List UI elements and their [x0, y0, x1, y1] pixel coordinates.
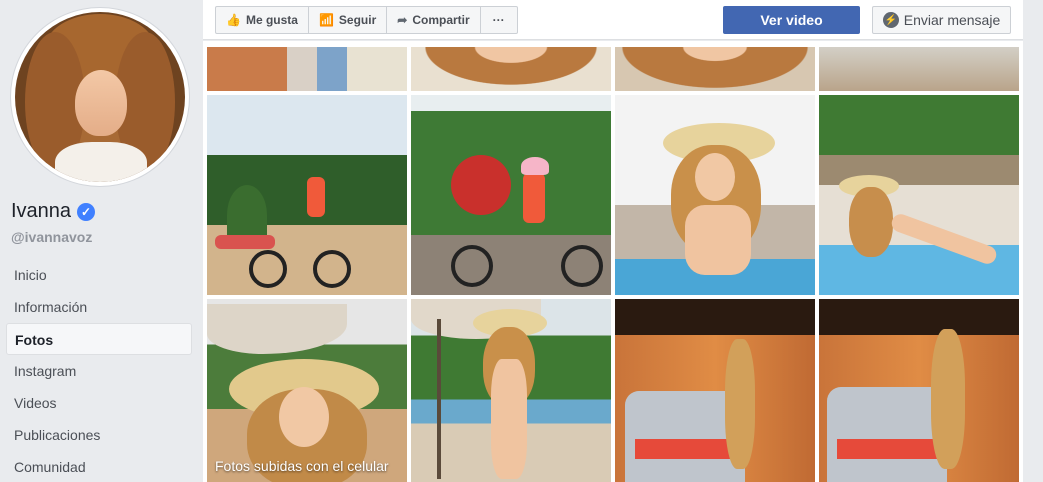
- avatar[interactable]: [15, 12, 185, 182]
- more-dots-icon: ···: [492, 13, 505, 27]
- share-arrow-icon: ➦: [397, 13, 408, 27]
- nav-item-videos[interactable]: Videos: [6, 387, 192, 419]
- page-action-bar: 👍 Me gusta 📶 Seguir ➦ Compartir ··· Ver …: [203, 0, 1023, 40]
- nav-item-informacion[interactable]: Información: [6, 291, 192, 323]
- send-message-button[interactable]: ⚡ Enviar mensaje: [872, 6, 1011, 34]
- photo-tile[interactable]: [819, 95, 1019, 295]
- photo-tile[interactable]: [207, 95, 407, 295]
- photo-tile[interactable]: [411, 299, 611, 482]
- rss-follow-icon: 📶: [318, 13, 334, 27]
- verified-check-icon: ✓: [77, 202, 96, 221]
- action-button-group: 👍 Me gusta 📶 Seguir ➦ Compartir ···: [215, 6, 518, 34]
- like-button[interactable]: 👍 Me gusta: [215, 6, 309, 34]
- share-button[interactable]: ➦ Compartir: [387, 6, 481, 34]
- left-column: Ivanna ✓ @ivannavoz Inicio Información F…: [0, 0, 203, 482]
- photo-tile[interactable]: [615, 47, 815, 91]
- like-label: Me gusta: [245, 13, 298, 27]
- photo-tile[interactable]: [207, 47, 407, 91]
- page-nav: Inicio Información Fotos Instagram Video…: [6, 259, 192, 482]
- photo-tile[interactable]: Fotos subidas con el celular: [207, 299, 407, 482]
- profile-handle[interactable]: @ivannavoz: [11, 229, 92, 245]
- messenger-icon: ⚡: [882, 12, 899, 28]
- profile-picture[interactable]: [11, 8, 189, 186]
- thumbs-up-icon: 👍: [226, 13, 241, 27]
- photo-tile[interactable]: [615, 95, 815, 295]
- nav-item-instagram[interactable]: Instagram: [6, 355, 192, 387]
- photo-tile[interactable]: [615, 299, 815, 482]
- nav-item-publicaciones[interactable]: Publicaciones: [6, 419, 192, 451]
- watch-video-button[interactable]: Ver video: [723, 6, 860, 34]
- photo-tile[interactable]: [411, 95, 611, 295]
- share-label: Compartir: [412, 13, 470, 27]
- photo-tile[interactable]: [411, 47, 611, 91]
- photo-tile[interactable]: [819, 299, 1019, 482]
- send-message-label: Enviar mensaje: [903, 12, 1001, 28]
- right-margin: [1023, 0, 1043, 482]
- profile-name[interactable]: Ivanna: [11, 200, 71, 223]
- profile-name-row: Ivanna ✓: [11, 200, 96, 223]
- photo-tile[interactable]: [819, 47, 1019, 91]
- nav-item-inicio[interactable]: Inicio: [6, 259, 192, 291]
- follow-label: Seguir: [338, 13, 377, 27]
- follow-button[interactable]: 📶 Seguir: [308, 6, 388, 34]
- more-options-button[interactable]: ···: [480, 6, 518, 34]
- nav-item-fotos[interactable]: Fotos: [6, 323, 192, 355]
- nav-item-comunidad[interactable]: Comunidad: [6, 451, 192, 482]
- album-caption: Fotos subidas con el celular: [215, 458, 389, 474]
